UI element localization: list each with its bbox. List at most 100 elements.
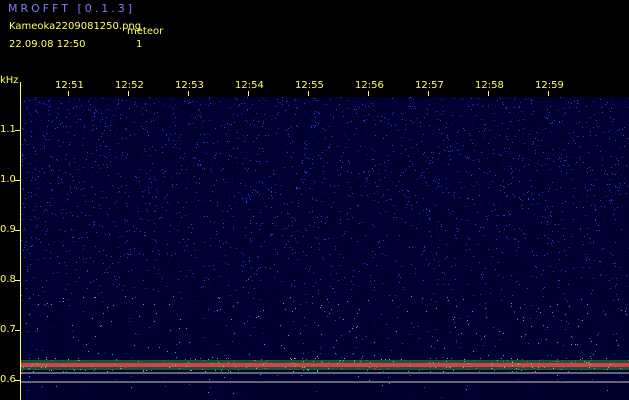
carrier-speckle: [590, 364, 591, 365]
noise-pixel: [78, 254, 79, 255]
noise-pixel: [274, 157, 275, 158]
noise-pixel: [484, 124, 485, 125]
noise-pixel: [407, 204, 408, 205]
noise-pixel: [429, 218, 430, 219]
noise-pixel: [39, 217, 40, 218]
noise-pixel: [442, 357, 443, 358]
noise-pixel: [233, 162, 234, 163]
noise-pixel: [48, 101, 49, 102]
noise-pixel: [565, 160, 566, 161]
noise-pixel: [402, 104, 403, 105]
noise-pixel: [79, 165, 80, 166]
noise-pixel: [124, 219, 125, 220]
carrier-speckle: [116, 359, 117, 360]
noise-pixel: [595, 298, 596, 299]
noise-pixel: [379, 318, 380, 319]
noise-pixel: [70, 277, 71, 278]
noise-pixel: [432, 157, 433, 158]
noise-pixel: [613, 214, 614, 215]
noise-pixel: [327, 217, 328, 218]
noise-pixel: [181, 106, 182, 107]
noise-pixel: [179, 161, 180, 162]
noise-pixel: [436, 308, 437, 309]
noise-pixel: [37, 330, 38, 331]
noise-pixel: [377, 137, 378, 138]
noise-pixel: [612, 200, 613, 201]
noise-pixel: [171, 115, 172, 116]
noise-pixel: [186, 276, 187, 277]
noise-pixel: [352, 254, 353, 255]
noise-pixel: [426, 259, 427, 260]
noise-pixel: [25, 230, 26, 231]
noise-pixel: [275, 217, 276, 218]
noise-pixel: [284, 179, 285, 180]
noise-pixel: [596, 104, 597, 105]
noise-pixel: [138, 177, 139, 178]
noise-pixel: [75, 130, 76, 131]
noise-pixel: [135, 176, 136, 177]
noise-pixel: [47, 229, 48, 230]
noise-pixel: [116, 130, 117, 131]
noise-pixel: [625, 237, 626, 238]
noise-pixel: [428, 264, 429, 265]
noise-pixel: [273, 153, 274, 154]
carrier-speckle: [575, 361, 576, 362]
noise-pixel: [454, 151, 455, 152]
noise-pixel: [103, 227, 104, 228]
noise-pixel: [291, 286, 292, 287]
noise-pixel: [250, 199, 251, 200]
noise-pixel: [393, 112, 394, 113]
noise-pixel: [577, 123, 578, 124]
noise-pixel: [213, 201, 214, 202]
noise-pixel: [79, 107, 80, 108]
noise-pixel: [322, 152, 323, 153]
noise-pixel: [518, 379, 519, 380]
noise-pixel: [181, 319, 182, 320]
noise-pixel: [462, 99, 463, 100]
carrier-speckle: [518, 364, 519, 365]
noise-pixel: [173, 234, 174, 235]
noise-pixel: [470, 135, 471, 136]
noise-pixel: [226, 325, 227, 326]
noise-pixel: [531, 197, 532, 198]
noise-pixel: [95, 99, 96, 100]
noise-pixel: [204, 242, 205, 243]
noise-pixel: [359, 151, 360, 152]
noise-pixel: [618, 164, 619, 165]
noise-pixel: [547, 253, 548, 254]
noise-pixel: [460, 318, 461, 319]
noise-pixel: [316, 181, 317, 182]
noise-pixel: [354, 179, 355, 180]
noise-pixel: [483, 105, 484, 106]
noise-pixel: [179, 173, 180, 174]
noise-pixel: [585, 300, 586, 301]
noise-pixel: [107, 167, 108, 168]
noise-pixel: [236, 207, 237, 208]
noise-pixel: [105, 123, 106, 124]
noise-pixel: [392, 114, 393, 115]
noise-pixel: [515, 136, 516, 137]
noise-pixel: [502, 123, 503, 124]
noise-pixel: [193, 247, 194, 248]
noise-pixel: [505, 151, 506, 152]
noise-pixel: [523, 244, 524, 245]
noise-pixel: [100, 121, 101, 122]
noise-pixel: [596, 126, 597, 127]
noise-pixel: [315, 282, 316, 283]
noise-pixel: [403, 172, 404, 173]
noise-pixel: [622, 298, 623, 299]
frequency-tick-mark: [15, 280, 20, 281]
noise-pixel: [113, 305, 114, 306]
noise-pixel: [550, 205, 551, 206]
noise-pixel: [184, 153, 185, 154]
noise-pixel: [484, 195, 485, 196]
noise-pixel: [386, 166, 387, 167]
noise-pixel: [226, 108, 227, 109]
noise-pixel: [296, 188, 297, 189]
noise-pixel: [69, 305, 70, 306]
noise-pixel: [595, 219, 596, 220]
carrier-speckle: [85, 370, 86, 371]
noise-pixel: [535, 166, 536, 167]
carrier-speckle: [468, 369, 469, 370]
noise-pixel: [266, 217, 267, 218]
